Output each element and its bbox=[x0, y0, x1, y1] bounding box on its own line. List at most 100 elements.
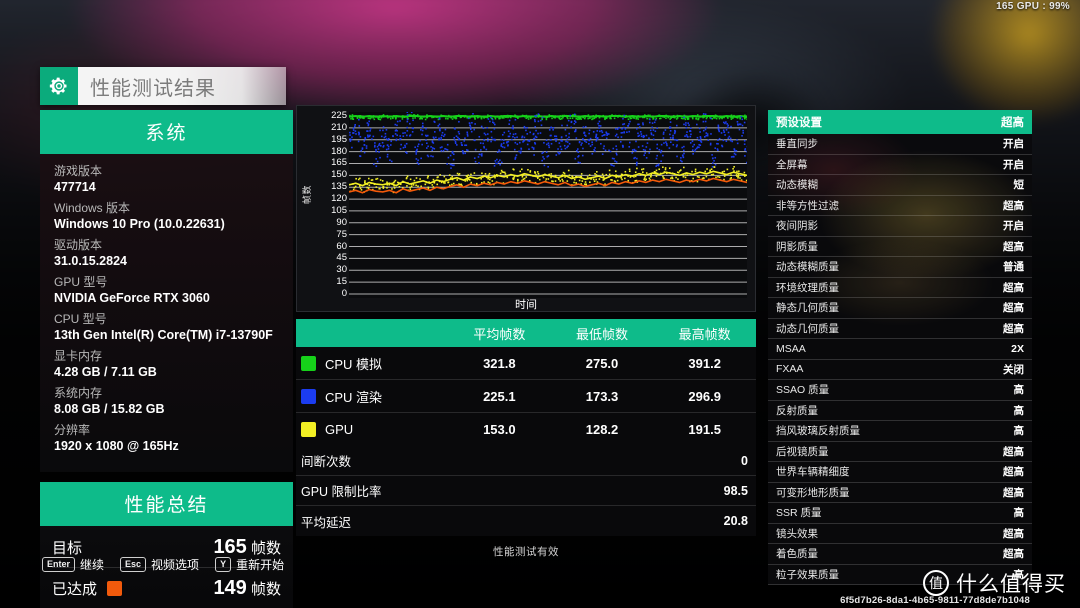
series-color-swatch bbox=[301, 389, 316, 404]
results-panel: 帧数 2252101951801651501351201059075604530… bbox=[296, 105, 756, 559]
system-field: 系统内存 8.08 GB / 15.82 GB bbox=[54, 386, 279, 417]
settings-row[interactable]: SSAO 质量高 bbox=[768, 380, 1032, 401]
key-hint-continue[interactable]: Enter 继续 bbox=[42, 556, 104, 573]
settings-row[interactable]: 挡风玻璃反射质量 高 bbox=[768, 421, 1032, 442]
benchmark-valid-note: 性能测试有效 bbox=[296, 536, 756, 559]
settings-row[interactable]: 动态几何质量超高 bbox=[768, 319, 1032, 340]
system-field: Windows 版本 Windows 10 Pro (10.0.22631) bbox=[54, 201, 279, 232]
settings-row[interactable]: 镜头效果超高 bbox=[768, 524, 1032, 545]
table-row: GPU 153.0 128.2 191.5 bbox=[296, 413, 756, 446]
settings-row[interactable]: 后视镜质量超高 bbox=[768, 442, 1032, 463]
settings-row[interactable]: 可变形地形质量超高 bbox=[768, 483, 1032, 504]
settings-row-value: 超高 bbox=[1003, 280, 1024, 295]
system-field-label: 游戏版本 bbox=[54, 164, 279, 179]
system-field-value: 1920 x 1080 @ 165Hz bbox=[54, 438, 279, 454]
key-hint-restart[interactable]: Y 重新开始 bbox=[215, 556, 284, 573]
summary-row-label: 目标 bbox=[52, 537, 82, 558]
settings-row[interactable]: 静态几何质量超高 bbox=[768, 298, 1032, 319]
table-row: CPU 渲染 225.1 173.3 296.9 bbox=[296, 380, 756, 413]
extra-row-gpu-bound: GPU 限制比率 98.5 bbox=[296, 476, 756, 506]
settings-row-label: 动态模糊 bbox=[776, 177, 818, 192]
table-cell-min: 173.3 bbox=[551, 389, 654, 404]
series-color-swatch bbox=[301, 356, 316, 371]
system-panel: 系统 游戏版本 477714 Windows 版本 Windows 10 Pro… bbox=[40, 110, 293, 608]
series-name: CPU 模拟 bbox=[325, 354, 382, 373]
chart-y-tick: 225 bbox=[331, 111, 347, 121]
settings-row[interactable]: 全屏幕开启 bbox=[768, 155, 1032, 176]
chart-y-tick: 210 bbox=[331, 123, 347, 133]
chart-y-tick: 60 bbox=[336, 242, 347, 252]
system-field-value: NVIDIA GeForce RTX 3060 bbox=[54, 290, 279, 306]
series-name: CPU 渲染 bbox=[325, 387, 382, 406]
system-field-label: 显卡内存 bbox=[54, 349, 279, 364]
settings-row-value: 超高 bbox=[1003, 321, 1024, 336]
chart-y-tick: 90 bbox=[336, 218, 347, 228]
settings-row[interactable]: MSAA2X bbox=[768, 339, 1032, 360]
settings-row[interactable]: FXAA关闭 bbox=[768, 360, 1032, 381]
settings-row-label: 镜头效果 bbox=[776, 526, 818, 541]
table-cell-max: 191.5 bbox=[653, 422, 756, 437]
settings-row-label: 夜间阴影 bbox=[776, 218, 818, 233]
key-label: 重新开始 bbox=[236, 556, 284, 573]
summary-panel-heading: 性能总结 bbox=[40, 482, 293, 526]
system-field-label: 系统内存 bbox=[54, 386, 279, 401]
settings-row-value: 超高 bbox=[1003, 300, 1024, 315]
chart-svg bbox=[349, 112, 747, 298]
watermark: 值 什么值得买 bbox=[923, 568, 1066, 598]
table-cell-min: 128.2 bbox=[551, 422, 654, 437]
settings-preset-label: 预设设置 bbox=[776, 114, 822, 130]
results-extra-rows: 间断次数 0 GPU 限制比率 98.5 平均延迟 20.8 bbox=[296, 446, 756, 536]
chart-y-tick: 120 bbox=[331, 194, 347, 204]
settings-row[interactable]: 非等方性过滤超高 bbox=[768, 196, 1032, 217]
settings-row[interactable]: 世界车辆精细度超高 bbox=[768, 462, 1032, 483]
system-field: 驱动版本 31.0.15.2824 bbox=[54, 238, 279, 269]
system-fields: 游戏版本 477714 Windows 版本 Windows 10 Pro (1… bbox=[40, 154, 293, 472]
system-field-label: Windows 版本 bbox=[54, 201, 279, 216]
system-field-label: GPU 型号 bbox=[54, 275, 279, 290]
extra-row-value: 20.8 bbox=[724, 514, 748, 528]
settings-row-label: 动态模糊质量 bbox=[776, 259, 839, 274]
settings-row[interactable]: 着色质量超高 bbox=[768, 544, 1032, 565]
key-cap: Y bbox=[215, 557, 231, 572]
benchmark-results-screen: 165 GPU : 99% 性能测试结果 系统 游戏版本 477714 Wind… bbox=[0, 0, 1080, 608]
settings-row[interactable]: 夜间阴影开启 bbox=[768, 216, 1032, 237]
settings-row-label: MSAA bbox=[776, 343, 806, 355]
series-name: GPU bbox=[325, 422, 353, 437]
chart-x-axis-label: 时间 bbox=[297, 296, 755, 312]
settings-preset-value: 超高 bbox=[1001, 114, 1024, 130]
settings-row[interactable]: 动态模糊质量普通 bbox=[768, 257, 1032, 278]
settings-row-label: SSR 质量 bbox=[776, 505, 822, 520]
key-hint-video-options[interactable]: Esc 视频选项 bbox=[120, 556, 199, 573]
settings-row-label: 反射质量 bbox=[776, 403, 818, 418]
summary-panel: 性能总结 目标 165 帧数 已达成 149 帧数 bbox=[40, 482, 293, 608]
summary-row-label: 已达成 bbox=[52, 578, 97, 599]
settings-row[interactable]: 反射质量高 bbox=[768, 401, 1032, 422]
gear-icon bbox=[40, 67, 78, 105]
chart-y-tick: 45 bbox=[336, 253, 347, 263]
chart-y-tick: 105 bbox=[331, 206, 347, 216]
results-table-body: CPU 模拟 321.8 275.0 391.2 CPU 渲染 225.1 17… bbox=[296, 347, 756, 446]
settings-row[interactable]: 阴影质量超高 bbox=[768, 237, 1032, 258]
settings-row-value: 高 bbox=[1014, 505, 1025, 520]
key-label: 继续 bbox=[80, 556, 104, 573]
settings-row[interactable]: 动态模糊短 bbox=[768, 175, 1032, 196]
key-cap: Enter bbox=[42, 557, 75, 572]
table-cell-name: GPU bbox=[296, 422, 448, 437]
page-title-bar: 性能测试结果 bbox=[40, 67, 286, 105]
settings-row-label: 挡风玻璃反射质量 bbox=[776, 423, 860, 438]
settings-row-label: 着色质量 bbox=[776, 546, 818, 561]
settings-row-value: 超高 bbox=[1003, 464, 1024, 479]
summary-row-number: 165 bbox=[213, 536, 246, 558]
table-cell-avg: 225.1 bbox=[448, 389, 551, 404]
system-field-value: 477714 bbox=[54, 179, 279, 195]
settings-row-label: 后视镜质量 bbox=[776, 444, 829, 459]
settings-row[interactable]: SSR 质量 高 bbox=[768, 503, 1032, 524]
settings-row[interactable]: 环境纹理质量超高 bbox=[768, 278, 1032, 299]
extra-row-value: 0 bbox=[741, 454, 748, 468]
key-cap: Esc bbox=[120, 557, 146, 572]
settings-row-label: SSAO 质量 bbox=[776, 382, 829, 397]
table-cell-avg: 321.8 bbox=[448, 356, 551, 371]
settings-row[interactable]: 垂直同步开启 bbox=[768, 134, 1032, 155]
settings-row-value: 高 bbox=[1014, 423, 1025, 438]
gpu-hud-readout: 165 GPU : 99% bbox=[996, 1, 1070, 12]
